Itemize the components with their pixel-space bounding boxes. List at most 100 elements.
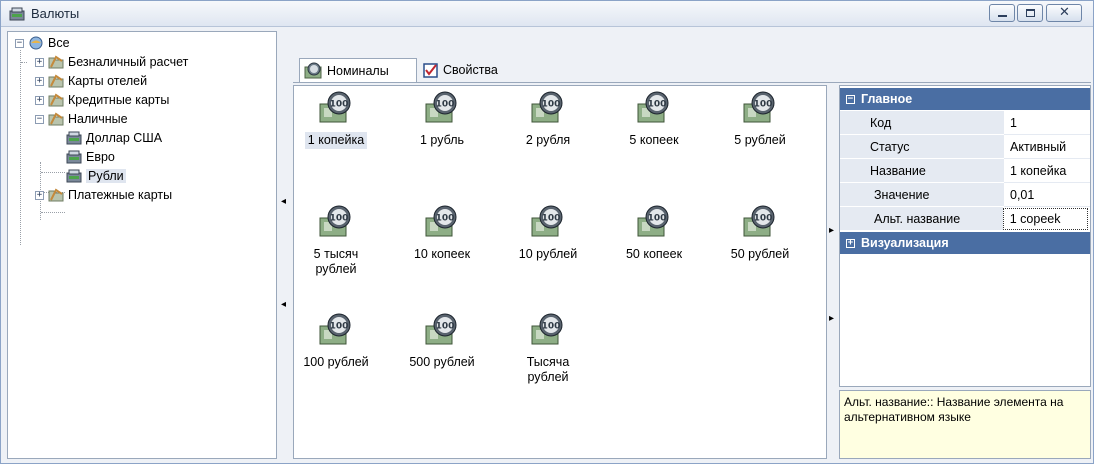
- collapse-icon[interactable]: −: [15, 38, 24, 48]
- tab-denominations[interactable]: Номиналы: [299, 58, 417, 82]
- tree-label: Кредитные карты: [68, 93, 170, 107]
- denomination-label: 10 рублей: [518, 247, 578, 261]
- denomination-item[interactable]: 100 10 копеек: [394, 204, 490, 263]
- denomination-item[interactable]: 100 50 рублей: [712, 204, 808, 263]
- denomination-label: 500 рублей: [409, 355, 475, 369]
- denomination-item[interactable]: 100 100 рублей: [288, 312, 384, 371]
- tree-item-usd[interactable]: Доллар США: [66, 129, 162, 147]
- svg-text:100: 100: [542, 100, 561, 110]
- category-visual[interactable]: + Визуализация: [840, 232, 1090, 254]
- denomination-item[interactable]: 100 1 копейка: [288, 90, 384, 149]
- property-value[interactable]: 0,01: [1004, 183, 1090, 207]
- property-grid[interactable]: − Главное Код 1 Статус Активный Название…: [839, 85, 1091, 387]
- collapse-right-arrow-icon[interactable]: ▸: [829, 313, 834, 324]
- right-splitter[interactable]: ▸ ▸: [829, 85, 837, 459]
- svg-text:100: 100: [436, 214, 455, 224]
- expand-icon[interactable]: +: [35, 76, 44, 86]
- banknote-coin-icon: 100: [425, 91, 457, 123]
- currency-register-icon: [66, 150, 82, 164]
- banknote-coin-icon: 100: [319, 313, 351, 345]
- tree-item-root[interactable]: − Все: [15, 34, 70, 52]
- tab-label: Номиналы: [327, 63, 389, 78]
- minimize-icon: [998, 15, 1007, 17]
- tree-item-hotel-cards[interactable]: + Карты отелей: [35, 72, 147, 90]
- minimize-button[interactable]: [989, 4, 1015, 22]
- collapse-left-arrow-icon[interactable]: ◂: [281, 196, 286, 207]
- denomination-label: 10 копеек: [413, 247, 471, 261]
- property-value[interactable]: 1 копейка: [1004, 159, 1090, 183]
- denomination-item[interactable]: 100 2 рубля: [500, 90, 596, 149]
- close-icon: ✕: [1059, 4, 1070, 19]
- expand-icon[interactable]: +: [846, 238, 855, 248]
- tree-item-cashless[interactable]: + Безналичный расчет: [35, 53, 188, 71]
- expand-icon[interactable]: +: [35, 95, 44, 105]
- property-name: Альт. название: [840, 207, 1003, 231]
- coin-icon: [304, 62, 322, 78]
- collapse-icon[interactable]: −: [846, 94, 855, 104]
- folder-icon: [48, 74, 64, 88]
- property-value-editor[interactable]: 1 copeek: [1002, 208, 1088, 230]
- tree-item-eur[interactable]: Евро: [66, 148, 115, 166]
- tree-item-payment-cards[interactable]: + Платежные карты: [35, 186, 172, 204]
- property-value[interactable]: Активный: [1004, 135, 1090, 159]
- tree-item-cash[interactable]: − Наличные: [35, 110, 128, 128]
- currency-register-icon: [9, 7, 25, 21]
- denomination-label: 2 рубля: [525, 133, 571, 147]
- tree-label: Рубли: [86, 169, 126, 183]
- currency-register-icon: [66, 169, 82, 183]
- collapse-icon[interactable]: −: [35, 114, 44, 124]
- denomination-item[interactable]: 100 500 рублей: [394, 312, 490, 371]
- close-button[interactable]: ✕: [1046, 4, 1082, 22]
- denomination-item[interactable]: 100 5 тысяч рублей: [288, 204, 384, 278]
- svg-text:100: 100: [330, 214, 349, 224]
- denomination-label: 1 рубль: [419, 133, 465, 147]
- property-value[interactable]: 1: [1004, 111, 1090, 135]
- category-label: Визуализация: [861, 236, 949, 250]
- category-main[interactable]: − Главное: [840, 88, 1090, 110]
- currency-register-icon: [66, 131, 82, 145]
- tree-label: Все: [48, 36, 70, 50]
- denomination-item[interactable]: 100 Тысяча рублей: [500, 312, 596, 386]
- tree-label: Карты отелей: [68, 74, 148, 88]
- tree-item-credit-cards[interactable]: + Кредитные карты: [35, 91, 169, 109]
- denomination-item[interactable]: 100 5 копеек: [606, 90, 702, 149]
- tree-label: Доллар США: [86, 131, 163, 145]
- property-row[interactable]: Альт. название 1 copeek: [840, 207, 1090, 231]
- denomination-item[interactable]: 100 1 рубль: [394, 90, 490, 149]
- expand-icon[interactable]: +: [35, 57, 44, 67]
- category-tree[interactable]: − Все + Безналичный расчет + Карты отеле…: [7, 31, 277, 459]
- denomination-label: 100 рублей: [303, 355, 369, 369]
- banknote-coin-icon: 100: [637, 91, 669, 123]
- currency-window: Валюты ✕ − Все + Безналичный расчет + Ка…: [0, 0, 1094, 464]
- property-row[interactable]: Код 1: [840, 111, 1090, 135]
- property-row[interactable]: Статус Активный: [840, 135, 1090, 159]
- property-name: Статус: [840, 135, 1004, 159]
- collapse-left-arrow-icon[interactable]: ◂: [281, 299, 286, 310]
- collapse-right-arrow-icon[interactable]: ▸: [829, 225, 834, 236]
- tree-label: Наличные: [68, 112, 128, 126]
- expand-icon[interactable]: +: [35, 190, 44, 200]
- svg-text:100: 100: [648, 214, 667, 224]
- denomination-label: 1 копейка: [304, 132, 368, 149]
- checkbox-icon: [423, 62, 438, 78]
- denominations-panel[interactable]: 100 1 копейка 100 1 рубль 100 2 рубля 10…: [293, 85, 827, 459]
- denomination-item[interactable]: 100 50 копеек: [606, 204, 702, 263]
- svg-text:100: 100: [436, 322, 455, 332]
- denomination-label: 50 копеек: [625, 247, 683, 261]
- tree-label: Платежные карты: [68, 188, 173, 202]
- banknote-coin-icon: 100: [743, 91, 775, 123]
- property-row[interactable]: Значение 0,01: [840, 183, 1090, 207]
- tree-label: Безналичный расчет: [68, 55, 189, 69]
- svg-text:100: 100: [330, 100, 349, 110]
- tree-item-rub[interactable]: Рубли: [66, 167, 126, 185]
- folder-icon: [48, 55, 64, 69]
- maximize-button[interactable]: [1017, 4, 1043, 22]
- svg-text:100: 100: [754, 214, 773, 224]
- folder-icon: [48, 188, 64, 202]
- banknote-coin-icon: 100: [531, 313, 563, 345]
- tab-properties[interactable]: Свойства: [419, 58, 502, 82]
- property-row[interactable]: Название 1 копейка: [840, 159, 1090, 183]
- svg-text:100: 100: [330, 322, 349, 332]
- denomination-item[interactable]: 100 10 рублей: [500, 204, 596, 263]
- denomination-item[interactable]: 100 5 рублей: [712, 90, 808, 149]
